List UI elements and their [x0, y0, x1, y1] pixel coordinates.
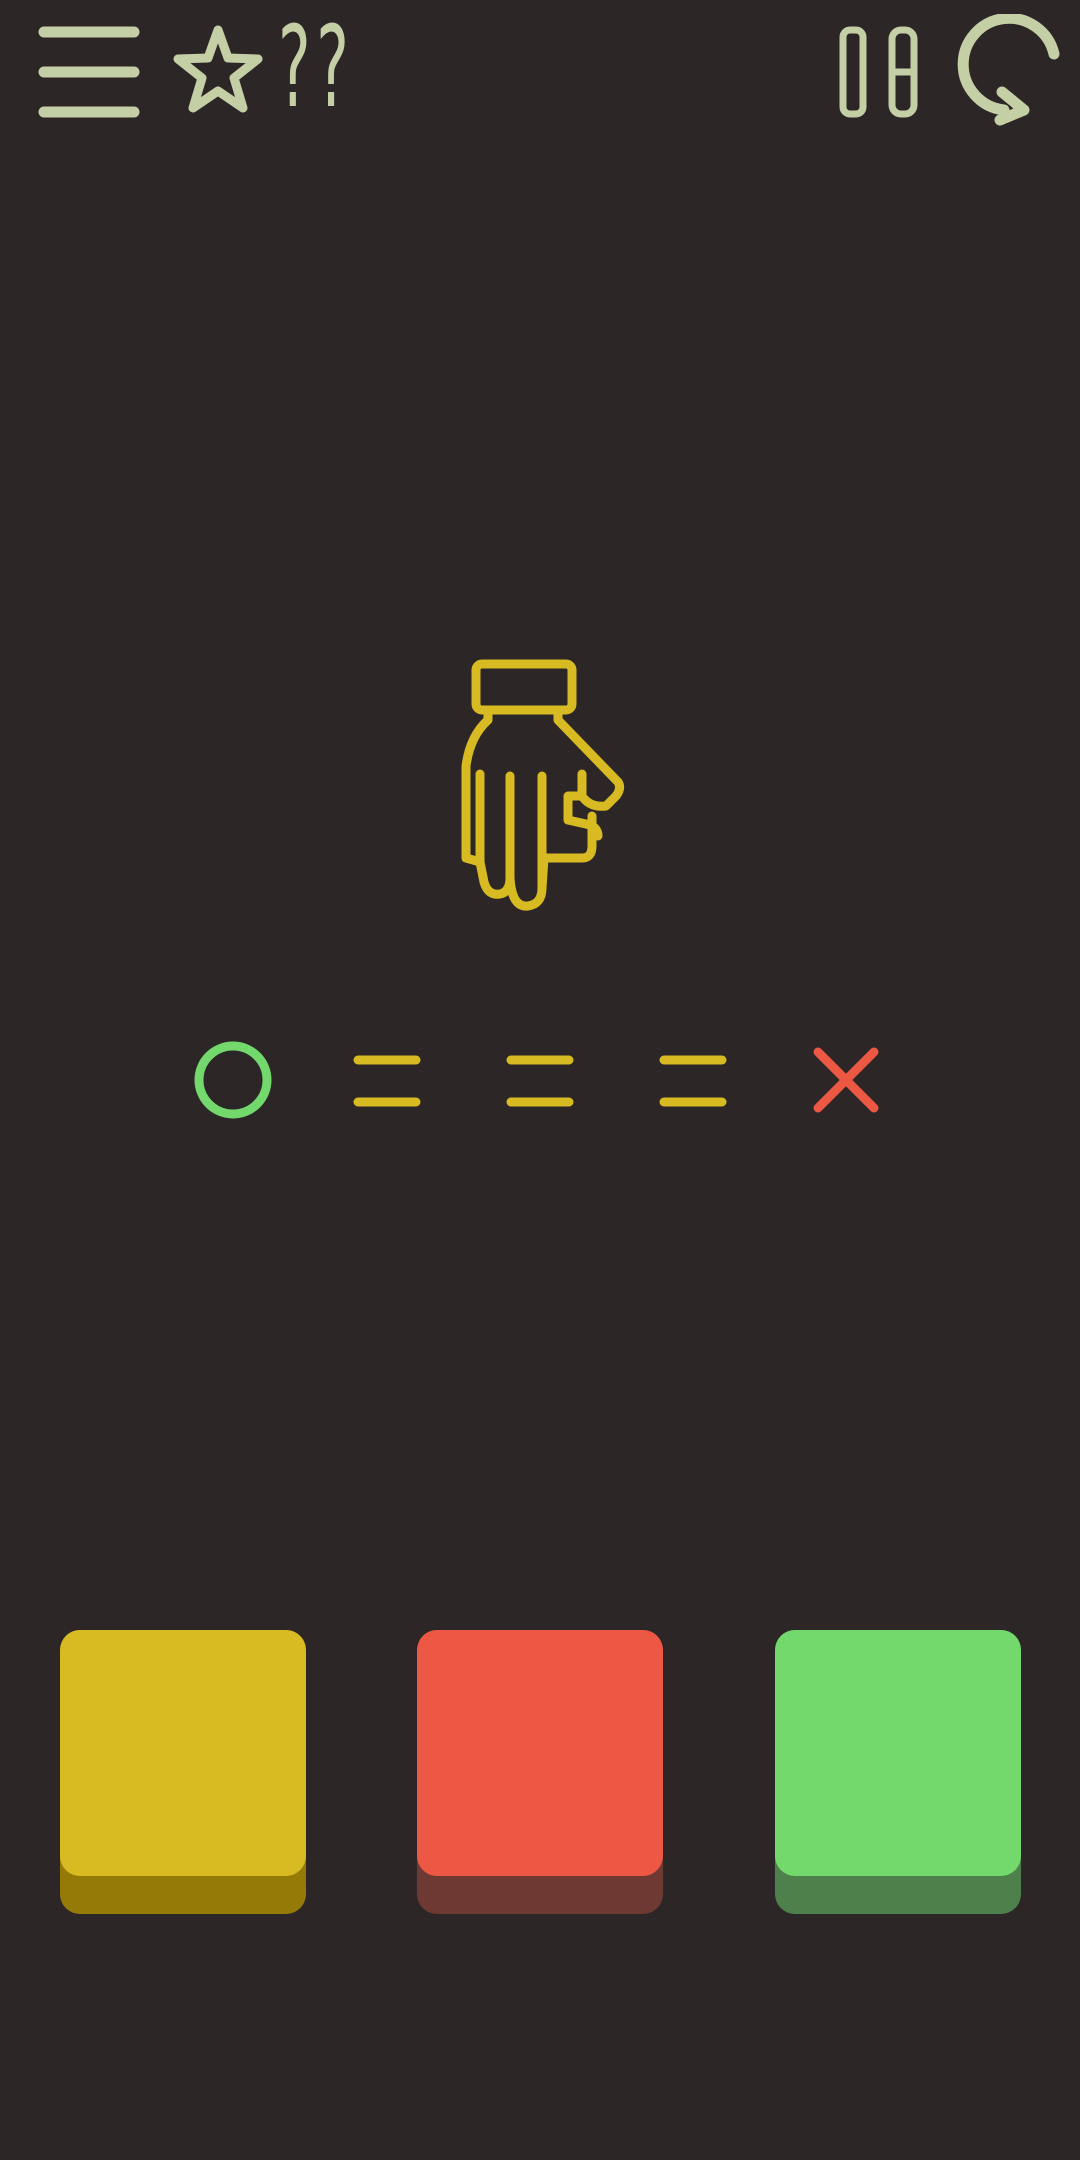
hand-pointing-down-icon — [461, 659, 625, 911]
equals-symbol-icon — [659, 1055, 727, 1107]
stars-count: ?? — [278, 3, 355, 133]
star-icon — [173, 25, 263, 113]
hamburger-menu-icon[interactable] — [38, 26, 140, 118]
level-number-icon — [839, 26, 918, 118]
restart-icon[interactable] — [952, 14, 1064, 128]
green-button-face[interactable] — [775, 1630, 1021, 1876]
red-button[interactable] — [417, 1630, 663, 1914]
red-button-face[interactable] — [417, 1630, 663, 1876]
green-button[interactable] — [775, 1630, 1021, 1914]
equals-symbol-icon — [506, 1055, 574, 1107]
yellow-button[interactable] — [60, 1630, 306, 1914]
circle-symbol-icon — [194, 1041, 272, 1119]
yellow-button-face[interactable] — [60, 1630, 306, 1876]
cross-symbol-icon — [813, 1047, 879, 1113]
answer-sequence — [0, 1030, 1080, 1130]
equals-symbol-icon — [353, 1055, 421, 1107]
